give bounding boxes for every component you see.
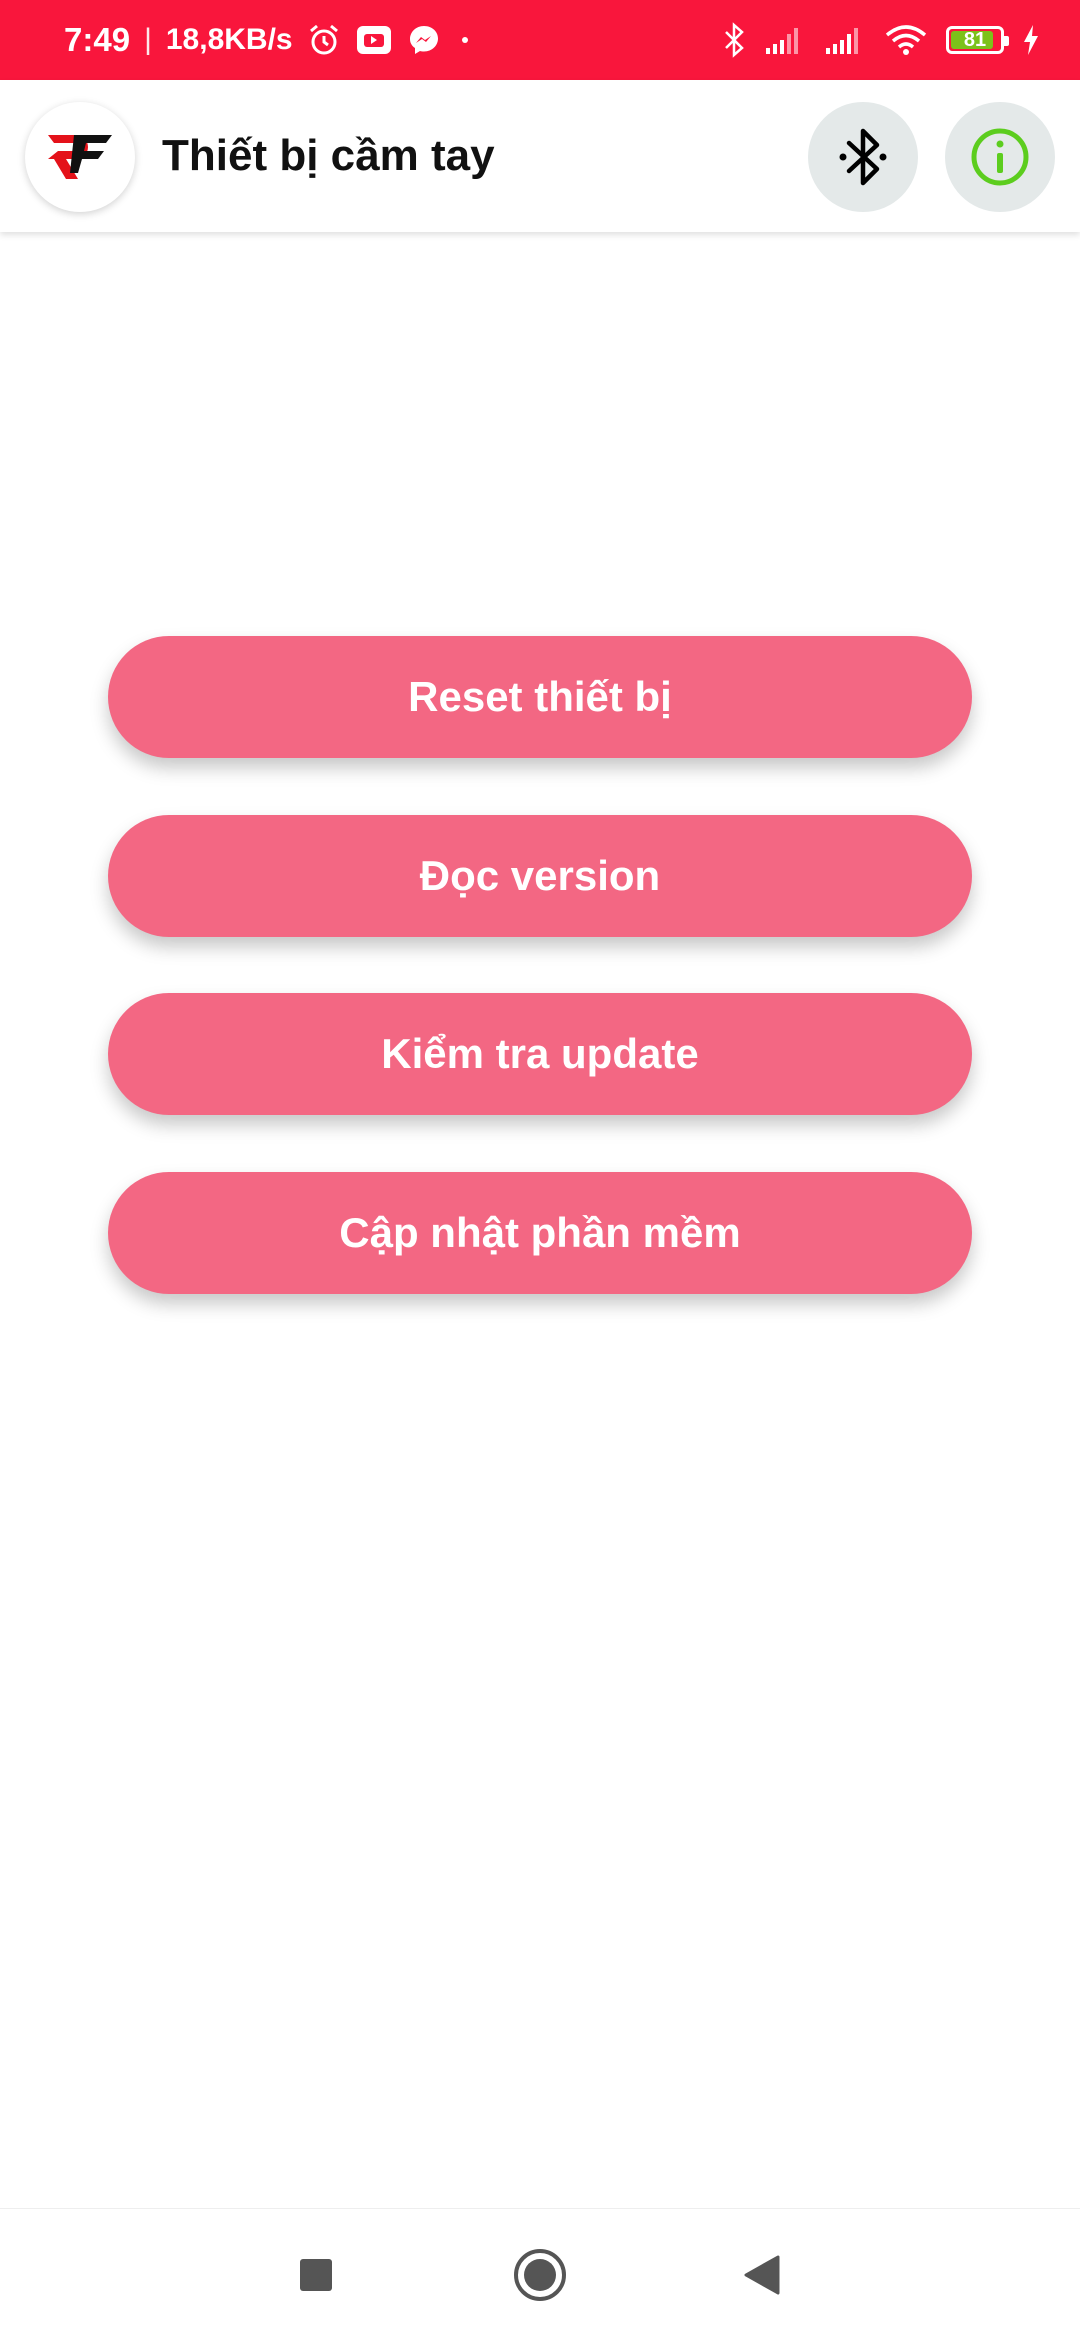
page-title: Thiết bị cầm tay <box>162 131 495 180</box>
status-time: 7:49 <box>64 21 131 58</box>
battery-level: 81 <box>963 28 987 51</box>
read-version-button[interactable]: Đọc version <box>108 815 972 937</box>
navigation-bar <box>0 2208 1080 2341</box>
charging-icon <box>1022 24 1040 56</box>
status-bar-left: 7:49 | 18,8KB/s <box>64 0 475 80</box>
battery-icon: 81 <box>946 26 1009 54</box>
status-bar: 7:49 | 18,8KB/s 81 <box>0 0 1080 80</box>
recent-apps-button[interactable] <box>256 2209 376 2341</box>
info-button[interactable] <box>945 102 1055 212</box>
back-button[interactable] <box>702 2209 822 2341</box>
back-icon <box>744 2255 780 2295</box>
bluetooth-button[interactable] <box>808 102 918 212</box>
check-update-button[interactable]: Kiểm tra update <box>108 993 972 1115</box>
network-speed: 18,8KB/s <box>165 23 293 56</box>
app-bar: Thiết bị cầm tay <box>0 80 1080 232</box>
reset-device-button[interactable]: Reset thiết bị <box>108 636 972 758</box>
status-separator: | <box>144 23 152 56</box>
recent-apps-icon <box>300 2259 332 2291</box>
bluetooth-icon <box>839 128 887 186</box>
status-bar-right: 81 <box>722 0 1040 80</box>
alarm-icon <box>307 23 341 57</box>
wifi-icon <box>884 23 928 57</box>
messenger-icon <box>407 23 441 57</box>
bluetooth-icon <box>722 22 746 58</box>
update-software-button[interactable]: Cập nhật phần mềm <box>108 1172 972 1294</box>
home-icon <box>514 2249 566 2301</box>
dot-icon <box>455 30 475 50</box>
info-icon <box>971 128 1029 186</box>
signal-icon <box>824 24 866 56</box>
home-button[interactable] <box>480 2209 600 2341</box>
youtube-icon <box>355 23 393 57</box>
rf-logo-icon <box>25 102 135 212</box>
signal-icon <box>764 24 806 56</box>
